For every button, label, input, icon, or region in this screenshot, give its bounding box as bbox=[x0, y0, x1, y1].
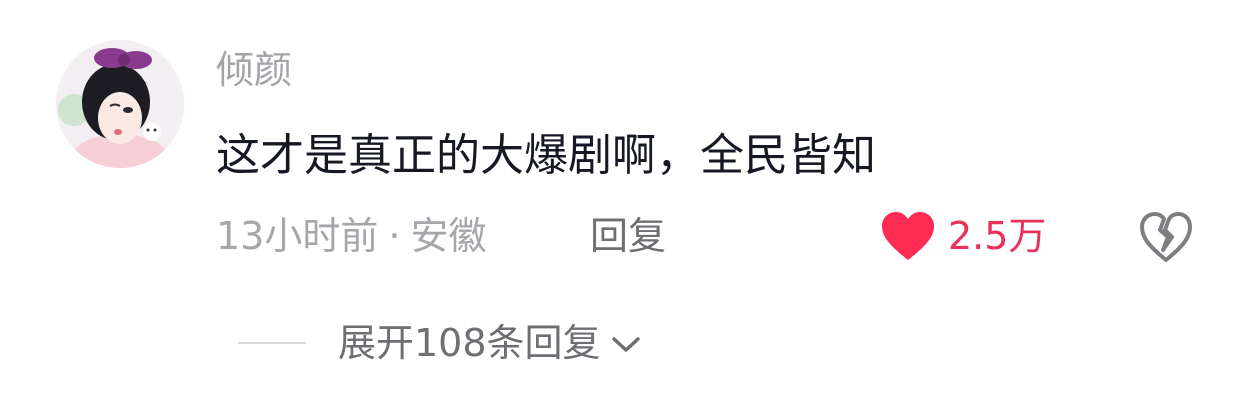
location: 安徽 bbox=[410, 214, 487, 258]
divider-line bbox=[238, 342, 306, 344]
heart-icon bbox=[882, 212, 934, 260]
broken-heart-icon bbox=[1140, 212, 1192, 262]
comment-item: 倾颜 这才是真正的大爆剧啊，全民皆知 13小时前 · 安徽 回复 2.5万 展开10… bbox=[0, 0, 1260, 420]
expand-replies[interactable]: 展开108条回复 bbox=[238, 318, 641, 368]
like-button[interactable]: 2.5万 bbox=[880, 208, 1046, 264]
comment-text: 这才是真正的大爆剧啊，全民皆知 bbox=[216, 130, 876, 181]
expand-replies-label: 展开108条回复 bbox=[338, 321, 601, 365]
reply-button[interactable]: 回复 bbox=[590, 214, 666, 260]
avatar[interactable] bbox=[56, 40, 184, 168]
comment-meta: 13小时前 · 安徽 bbox=[216, 214, 486, 260]
dislike-button[interactable] bbox=[1138, 210, 1194, 264]
chevron-down-icon bbox=[611, 337, 640, 352]
meta-separator: · bbox=[388, 214, 401, 258]
avatar-illustration bbox=[56, 40, 184, 168]
like-count: 2.5万 bbox=[948, 214, 1047, 258]
username[interactable]: 倾颜 bbox=[216, 48, 292, 94]
timestamp: 13小时前 bbox=[216, 214, 379, 258]
